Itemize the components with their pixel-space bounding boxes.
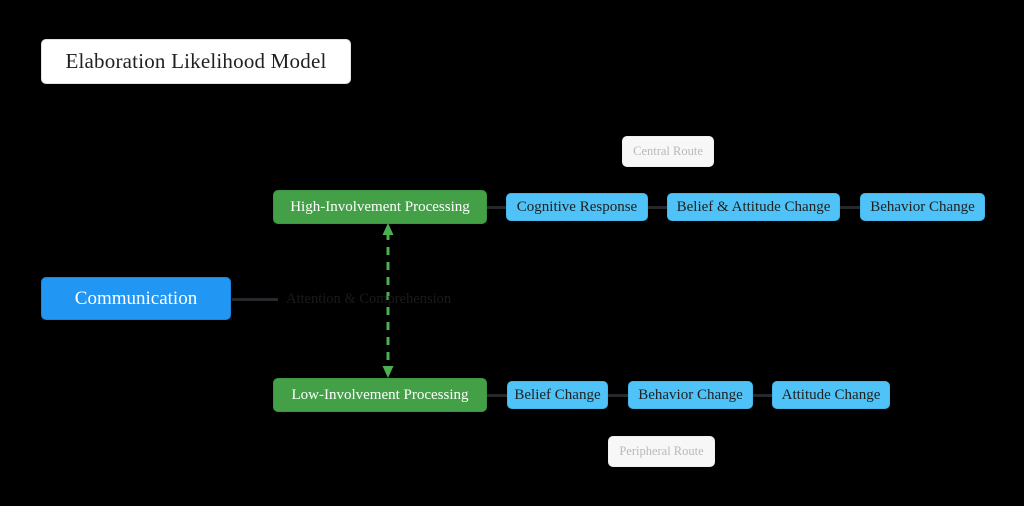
node-attitude-change[interactable]: Attitude Change <box>772 381 890 409</box>
edge-belief-attitude-to-behavior <box>839 206 861 209</box>
edge-source-to-label <box>232 298 278 301</box>
edge-low-to-belief-change <box>487 394 508 397</box>
node-behavior-change-central-label: Behavior Change <box>870 198 975 215</box>
diagram-title-box: Elaboration Likelihood Model <box>41 39 351 84</box>
central-route-label-text: Central Route <box>633 144 703 158</box>
node-belief-change[interactable]: Belief Change <box>507 381 608 409</box>
node-behavior-change-central[interactable]: Behavior Change <box>860 193 985 221</box>
node-low-involvement-processing[interactable]: Low-Involvement Processing <box>273 378 487 412</box>
diagram-title: Elaboration Likelihood Model <box>65 49 327 73</box>
central-route-label: Central Route <box>622 136 714 167</box>
diagram-canvas: Elaboration Likelihood Model Central Rou… <box>0 0 1024 506</box>
node-cognitive-response[interactable]: Cognitive Response <box>506 193 648 221</box>
node-communication[interactable]: Communication <box>41 277 231 320</box>
edge-behavior-change-to-attitude-change <box>752 394 773 397</box>
node-belief-attitude-change[interactable]: Belief & Attitude Change <box>667 193 840 221</box>
node-high-involvement-processing-label: High-Involvement Processing <box>290 198 470 215</box>
node-behavior-change-peripheral[interactable]: Behavior Change <box>628 381 753 409</box>
node-attitude-change-label: Attitude Change <box>781 386 881 403</box>
edge-high-to-cognitive <box>487 206 507 209</box>
edge-label-attention-comprehension: Attention & Comprehension <box>286 291 452 307</box>
node-behavior-change-peripheral-label: Behavior Change <box>638 386 743 403</box>
node-belief-change-label: Belief Change <box>514 386 601 403</box>
node-high-involvement-processing[interactable]: High-Involvement Processing <box>273 190 487 224</box>
edge-cognitive-to-belief-attitude <box>647 206 668 209</box>
node-low-involvement-processing-label: Low-Involvement Processing <box>291 386 469 403</box>
peripheral-route-label-text: Peripheral Route <box>619 444 704 458</box>
peripheral-route-label: Peripheral Route <box>608 436 715 467</box>
node-cognitive-response-label: Cognitive Response <box>516 198 638 215</box>
edge-belief-change-to-behavior-change <box>607 394 628 397</box>
node-communication-label: Communication <box>74 287 198 309</box>
node-belief-attitude-change-label: Belief & Attitude Change <box>676 198 831 215</box>
